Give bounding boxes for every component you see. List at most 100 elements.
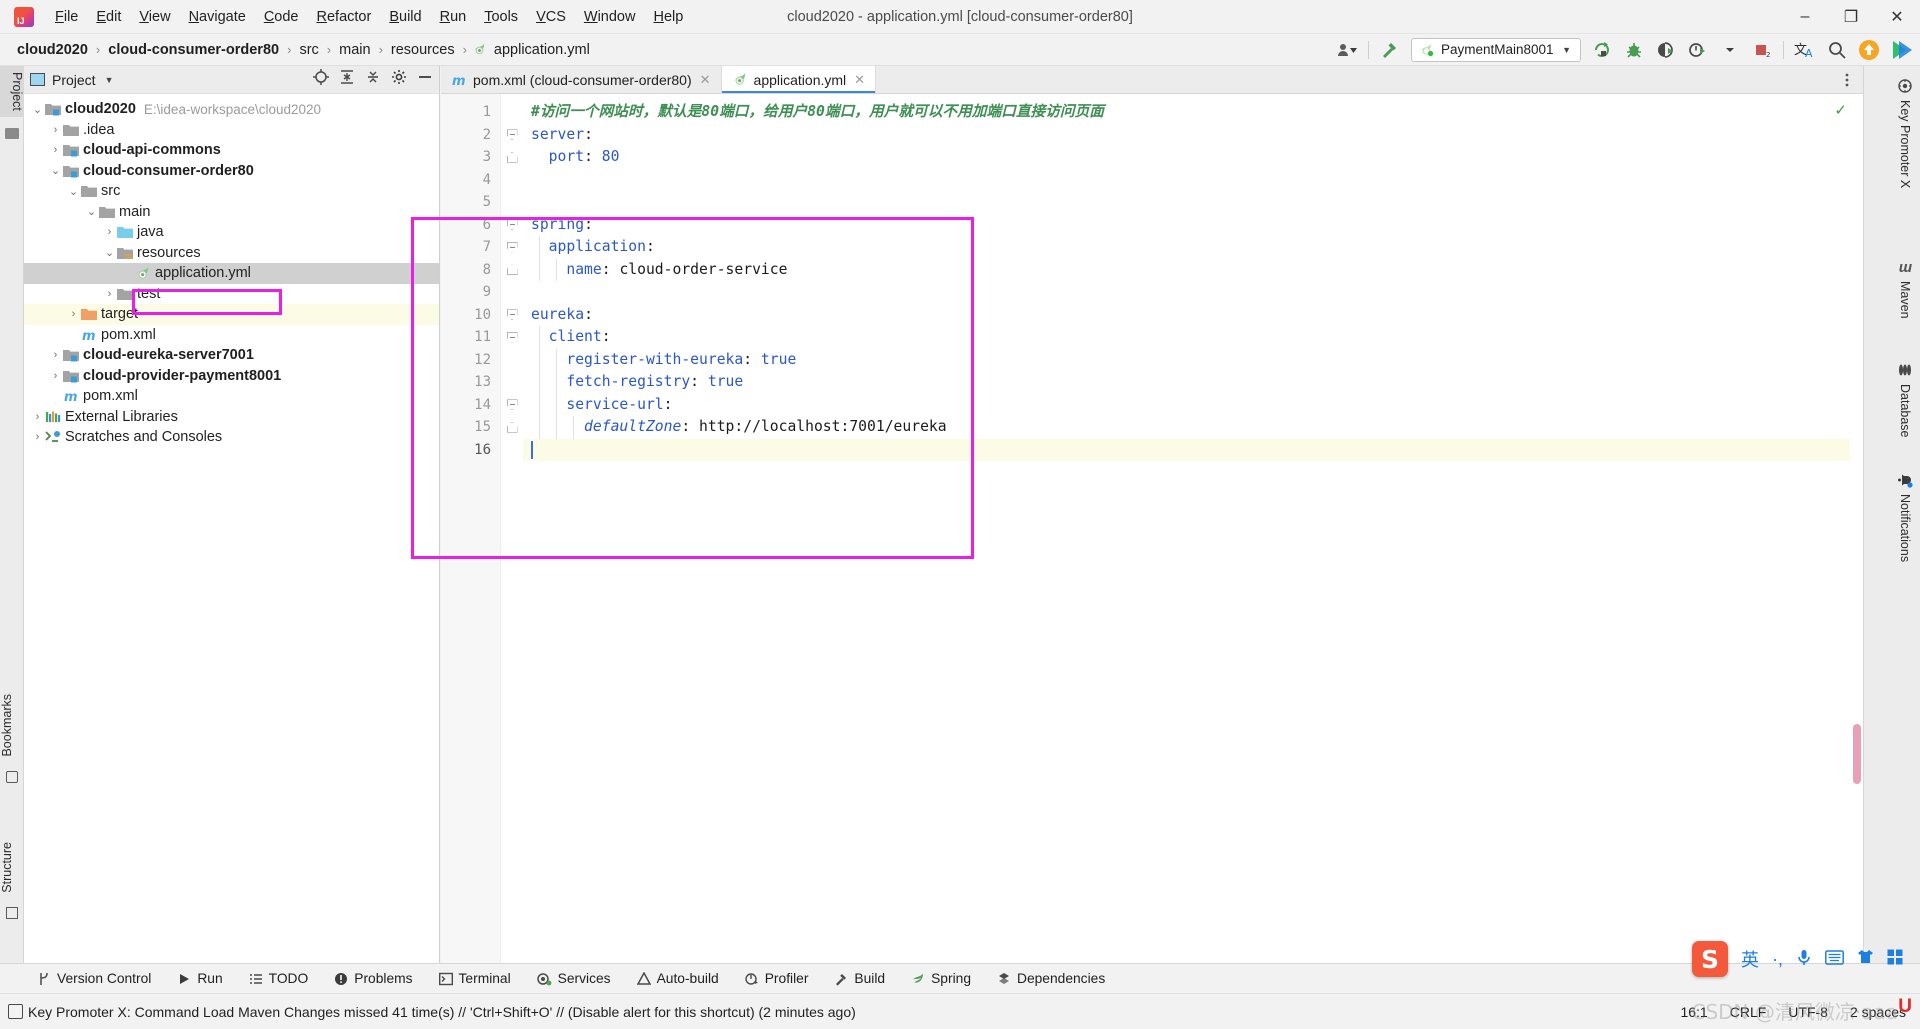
tree-row[interactable]: ⌄ main xyxy=(24,202,439,223)
fold-marker[interactable] xyxy=(501,259,523,282)
editor-tab[interactable]: application.yml ✕ xyxy=(721,66,877,93)
code-line[interactable]: register-with-eureka: true xyxy=(523,349,1863,372)
search-everywhere-icon[interactable] xyxy=(1826,39,1848,61)
code-folding-column[interactable] xyxy=(501,94,523,963)
stop-icon[interactable]: 2 xyxy=(1751,39,1773,61)
chevron-down-icon[interactable]: ▼ xyxy=(1562,45,1571,55)
caret-position[interactable]: 16:1 xyxy=(1680,1004,1707,1020)
bottom-tool-window-bar[interactable]: Version Control Run TODO Problems Terminal Se… xyxy=(0,963,1920,993)
tree-row[interactable]: ⌄ cloud-consumer-order80 xyxy=(24,161,439,182)
chevron-icon[interactable]: › xyxy=(48,370,63,382)
menu-run[interactable]: Run xyxy=(431,6,476,28)
inspection-status-icon[interactable]: ✓ xyxy=(1834,101,1847,119)
close-button[interactable]: ✕ xyxy=(1874,0,1920,34)
code-line[interactable]: spring: xyxy=(523,214,1863,237)
fold-collapse-icon[interactable] xyxy=(506,219,518,231)
sidebar-item-database[interactable]: Database xyxy=(1890,356,1920,444)
fold-collapse-icon[interactable] xyxy=(506,399,518,411)
debug-bug-icon[interactable] xyxy=(1623,39,1645,61)
chevron-icon[interactable]: › xyxy=(48,349,63,361)
close-icon[interactable]: ✕ xyxy=(700,72,711,88)
scrollbar-thumb[interactable] xyxy=(1853,724,1861,784)
line-number[interactable]: 12 xyxy=(441,349,500,372)
microphone-icon[interactable] xyxy=(1796,948,1812,971)
close-icon[interactable]: ✕ xyxy=(854,72,865,88)
ime-language-label[interactable]: 英 xyxy=(1741,946,1759,972)
breadcrumb-item[interactable]: resources xyxy=(388,41,458,59)
line-number[interactable]: 1 xyxy=(441,101,500,124)
hide-panel-icon[interactable] xyxy=(417,69,433,90)
menu-tools[interactable]: Tools xyxy=(475,6,527,28)
line-number[interactable]: 14 xyxy=(441,394,500,417)
code-line[interactable] xyxy=(523,438,1863,461)
fold-marker[interactable] xyxy=(501,214,523,237)
code-line[interactable]: #访问一个网站时，默认是80端口，给用户80端口，用户就可以不用加端口直接访问页… xyxy=(523,101,1863,124)
fold-collapse-icon[interactable] xyxy=(506,241,518,253)
bottom-tool-dependencies[interactable]: Dependencies xyxy=(984,964,1118,993)
fold-end-icon[interactable] xyxy=(506,151,518,163)
code-line[interactable]: defaultZone: http://localhost:7001/eurek… xyxy=(523,416,1863,439)
fold-marker[interactable] xyxy=(501,304,523,327)
update-badge-icon[interactable] xyxy=(1858,39,1880,61)
minimize-button[interactable]: – xyxy=(1782,0,1828,34)
chevron-icon[interactable]: › xyxy=(66,308,81,320)
translate-icon[interactable]: 文 A xyxy=(1794,39,1816,61)
tree-row[interactable]: m pom.xml xyxy=(24,386,439,407)
chevron-icon[interactable]: › xyxy=(102,288,117,300)
maximize-button[interactable]: ❐ xyxy=(1828,0,1874,34)
breadcrumb-item[interactable]: src xyxy=(296,41,321,59)
bottom-tool-todo[interactable]: TODO xyxy=(236,964,322,993)
tree-row[interactable]: › cloud-eureka-server7001 xyxy=(24,345,439,366)
fold-marker[interactable] xyxy=(501,394,523,417)
line-number[interactable]: 15 xyxy=(441,416,500,439)
code-text-area[interactable]: #访问一个网站时，默认是80端口，给用户80端口，用户就可以不用加端口直接访问页… xyxy=(523,94,1863,963)
user-dropdown-icon[interactable] xyxy=(1336,39,1358,61)
line-number[interactable]: 7 xyxy=(441,236,500,259)
sidebar-item-project[interactable]: Project xyxy=(0,66,24,117)
code-line[interactable]: service-url: xyxy=(523,394,1863,417)
fold-end-icon[interactable] xyxy=(506,264,518,276)
menu-code[interactable]: Code xyxy=(255,6,308,28)
menu-edit[interactable]: Edit xyxy=(87,6,130,28)
code-line[interactable]: eureka: xyxy=(523,304,1863,327)
chevron-icon[interactable]: ⌄ xyxy=(48,164,63,177)
fold-collapse-icon[interactable] xyxy=(506,309,518,321)
gear-icon[interactable] xyxy=(391,69,407,90)
tree-row[interactable]: › cloud-provider-payment8001 xyxy=(24,366,439,387)
menu-bar[interactable]: File Edit View Navigate Code Refactor Build Run… xyxy=(46,6,692,28)
locate-icon[interactable] xyxy=(313,69,329,90)
coverage-icon[interactable] xyxy=(1655,39,1677,61)
bottom-tool-run[interactable]: Run xyxy=(164,964,235,993)
line-number[interactable]: 5 xyxy=(441,191,500,214)
code-line[interactable]: port: 80 xyxy=(523,146,1863,169)
code-line[interactable] xyxy=(523,191,1863,214)
tree-row[interactable]: › test xyxy=(24,284,439,305)
sidebar-item-key-promoter-x[interactable]: Key Promoter X xyxy=(1890,72,1920,194)
line-number[interactable]: 16 xyxy=(441,439,500,462)
bottom-tool-problems[interactable]: Problems xyxy=(321,964,425,993)
sogou-logo[interactable]: S xyxy=(1692,941,1728,977)
collapse-all-icon[interactable] xyxy=(365,69,381,90)
bottom-tool-terminal[interactable]: Terminal xyxy=(426,964,524,993)
breadcrumb-item[interactable]: main xyxy=(336,41,373,59)
sidebar-item-maven[interactable]: m Maven xyxy=(1890,256,1920,325)
code-line[interactable]: client: xyxy=(523,326,1863,349)
fold-marker[interactable] xyxy=(501,146,523,169)
bottom-tool-profiler[interactable]: Profiler xyxy=(732,964,822,993)
tree-row[interactable]: › cloud-api-commons xyxy=(24,140,439,161)
bottom-tool-build[interactable]: Build xyxy=(821,964,898,993)
fold-end-icon[interactable] xyxy=(506,421,518,433)
status-notification-icon[interactable] xyxy=(8,1004,23,1019)
chevron-icon[interactable]: ⌄ xyxy=(66,185,81,198)
expand-all-icon[interactable] xyxy=(339,69,355,90)
chevron-icon[interactable]: › xyxy=(48,124,63,136)
code-line[interactable] xyxy=(523,281,1863,304)
editor-vertical-scrollbar[interactable] xyxy=(1850,94,1863,963)
chevron-icon[interactable]: ⌄ xyxy=(30,103,45,116)
tree-row[interactable]: application.yml xyxy=(24,263,439,284)
profiler-icon[interactable] xyxy=(1687,39,1709,61)
menu-refactor[interactable]: Refactor xyxy=(308,6,381,28)
tree-row[interactable]: › .idea xyxy=(24,120,439,141)
line-number[interactable]: 10 xyxy=(441,304,500,327)
code-line[interactable]: server: xyxy=(523,124,1863,147)
